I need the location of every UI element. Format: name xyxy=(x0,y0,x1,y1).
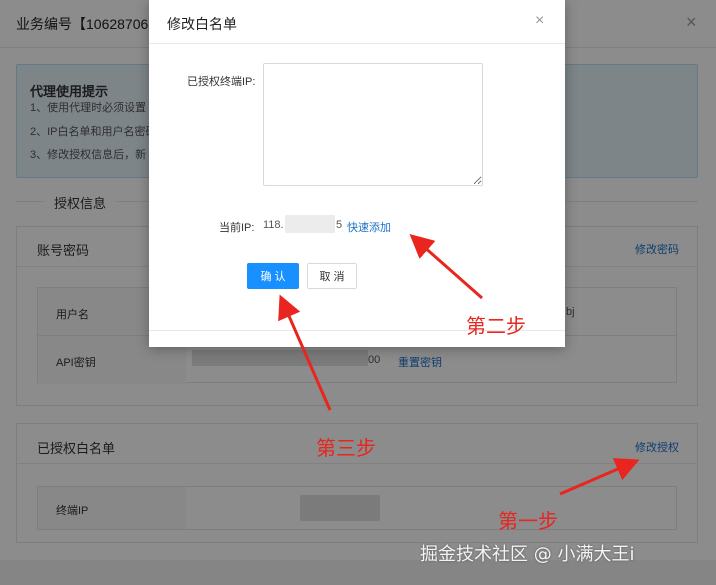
modal-title: 修改白名单 xyxy=(167,16,237,32)
authorized-ip-textarea[interactable] xyxy=(263,63,483,186)
edit-whitelist-modal: 修改白名单 × 已授权终端IP: 当前IP: 118. 5 快速添加 确 认 取… xyxy=(149,0,565,347)
ip-field-label: 已授权终端IP: xyxy=(187,76,256,88)
current-ip-suffix: 5 xyxy=(336,219,343,231)
close-icon[interactable]: × xyxy=(535,12,544,30)
confirm-button[interactable]: 确 认 xyxy=(247,263,299,289)
modal-header: 修改白名单 × xyxy=(149,0,565,44)
step1-label: 第一步 xyxy=(498,509,558,533)
current-ip-value: 118. xyxy=(263,219,284,231)
quick-add-link[interactable]: 快速添加 xyxy=(347,219,391,235)
step2-label: 第二步 xyxy=(466,314,526,338)
current-ip-redacted xyxy=(285,215,335,233)
current-ip-label: 当前IP: xyxy=(219,222,255,234)
watermark: 掘金技术社区 @ 小满大王i xyxy=(420,544,635,565)
cancel-button[interactable]: 取 消 xyxy=(307,263,357,289)
step3-label: 第三步 xyxy=(316,436,376,460)
